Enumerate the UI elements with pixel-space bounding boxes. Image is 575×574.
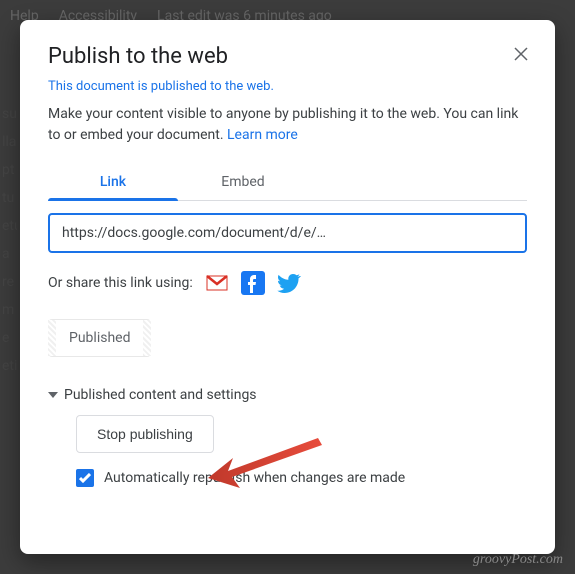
published-status-button[interactable]: Published (48, 319, 151, 357)
published-url-input[interactable] (48, 213, 527, 253)
learn-more-link[interactable]: Learn more (227, 127, 298, 143)
watermark: groovyPost.com (473, 552, 563, 568)
expand-settings-row[interactable]: Published content and settings (48, 387, 527, 403)
twitter-icon[interactable] (277, 271, 301, 295)
dialog-description: Make your content visible to anyone by p… (48, 104, 527, 146)
publish-dialog: Publish to the web This document is publ… (20, 20, 555, 554)
facebook-icon[interactable] (241, 271, 265, 295)
tab-bar: Link Embed (48, 164, 527, 201)
auto-republish-row: Automatically republish when changes are… (76, 469, 527, 487)
dialog-title: Publish to the web (48, 44, 527, 69)
gmail-icon[interactable] (205, 271, 229, 295)
auto-republish-label: Automatically republish when changes are… (104, 470, 405, 486)
check-icon (79, 473, 91, 483)
tab-embed[interactable]: Embed (178, 164, 308, 200)
background-doc-text: su lla pt tu etu a re m e eti (2, 100, 17, 380)
share-row: Or share this link using: (48, 271, 527, 295)
expand-label: Published content and settings (64, 387, 257, 403)
tab-link[interactable]: Link (48, 164, 178, 200)
stop-publishing-button[interactable]: Stop publishing (76, 415, 214, 453)
close-button[interactable] (509, 42, 533, 66)
publish-status: This document is published to the web. (48, 79, 527, 94)
published-label: Published (69, 330, 130, 346)
share-label: Or share this link using: (48, 275, 193, 291)
chevron-down-icon (48, 392, 58, 398)
auto-republish-checkbox[interactable] (76, 469, 94, 487)
close-icon (514, 47, 528, 61)
